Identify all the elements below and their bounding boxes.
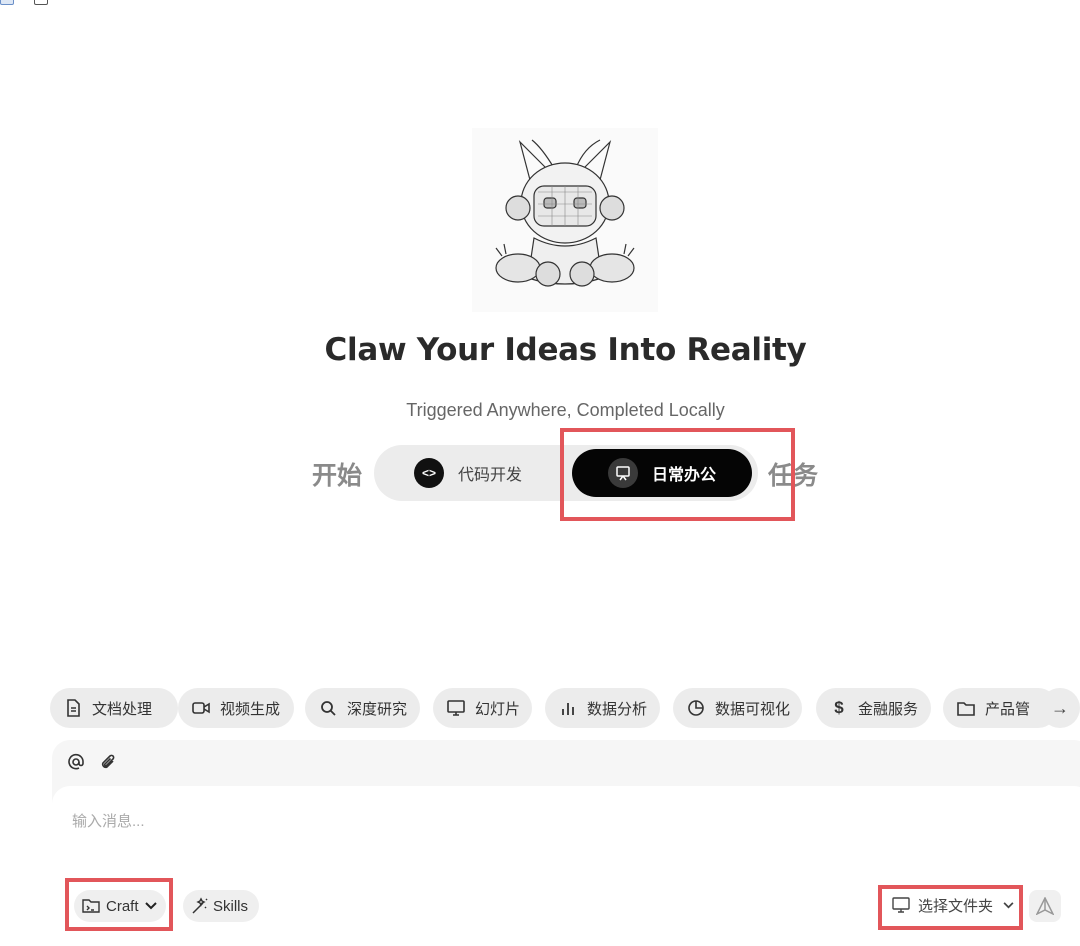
mode-switch: <> 代码开发 日常办公 bbox=[374, 445, 758, 501]
chip-data-analysis[interactable]: 数据分析 bbox=[545, 688, 660, 728]
start-label: 开始 bbox=[312, 461, 363, 490]
select-folder-label: 选择文件夹 bbox=[918, 897, 994, 915]
chip-research-label: 深度研究 bbox=[347, 700, 408, 718]
composer-input-area bbox=[52, 786, 1080, 946]
skills-label: Skills bbox=[213, 897, 249, 915]
craft-mode-dropdown[interactable]: Craft bbox=[74, 890, 166, 922]
chip-product-label: 产品管 bbox=[985, 700, 1031, 718]
skills-button[interactable]: Skills bbox=[183, 890, 259, 922]
quick-task-chips: 文档处理 视频生成 深度研究 幻灯片 数据分析 数据可视化 $ 金融服务 产品管… bbox=[50, 688, 1080, 730]
send-button[interactable] bbox=[1029, 890, 1061, 922]
search-icon bbox=[319, 699, 337, 717]
presentation-icon bbox=[607, 458, 638, 488]
chip-document[interactable]: 文档处理 bbox=[50, 688, 178, 728]
hero-title: Claw Your Ideas Into Reality bbox=[324, 332, 807, 368]
magic-wand-icon bbox=[191, 897, 209, 915]
chip-slides-label: 幻灯片 bbox=[475, 700, 521, 718]
arrow-right-icon: → bbox=[1051, 697, 1069, 718]
task-label: 任务 bbox=[768, 461, 819, 490]
mode-code-dev-button[interactable]: <> 代码开发 bbox=[410, 449, 580, 497]
window-toolbar bbox=[0, 0, 60, 6]
mention-icon[interactable] bbox=[66, 750, 86, 774]
dollar-icon: $ bbox=[834, 698, 844, 717]
craft-mode-label: Craft bbox=[106, 897, 139, 915]
document-icon bbox=[64, 699, 82, 717]
message-input[interactable] bbox=[70, 800, 974, 842]
chips-next-button[interactable]: → bbox=[1040, 688, 1080, 728]
composer-tools bbox=[66, 750, 118, 774]
folder-icon bbox=[957, 699, 975, 717]
bar-chart-icon bbox=[559, 699, 577, 717]
terminal-folder-icon bbox=[82, 898, 100, 914]
chip-document-label: 文档处理 bbox=[92, 700, 153, 718]
chip-video-label: 视频生成 bbox=[220, 700, 281, 718]
chip-data-viz-label: 数据可视化 bbox=[715, 700, 791, 718]
mode-daily-office-button[interactable]: 日常办公 bbox=[572, 449, 752, 497]
attachment-icon[interactable] bbox=[98, 750, 118, 774]
send-icon bbox=[1036, 897, 1054, 915]
select-folder-dropdown[interactable]: 选择文件夹 bbox=[886, 889, 1016, 921]
chevron-down-icon bbox=[1003, 901, 1014, 909]
chip-data-analysis-label: 数据分析 bbox=[587, 700, 648, 718]
monitor-icon bbox=[892, 897, 910, 913]
mode-code-dev-label: 代码开发 bbox=[458, 467, 523, 484]
video-icon bbox=[192, 699, 210, 717]
chevron-down-icon bbox=[144, 902, 157, 910]
monitor-icon bbox=[447, 699, 465, 717]
chip-slides[interactable]: 幻灯片 bbox=[433, 688, 532, 728]
chip-research[interactable]: 深度研究 bbox=[305, 688, 420, 728]
robot-cat-mascot-image bbox=[472, 128, 658, 312]
pie-chart-icon bbox=[687, 699, 705, 717]
chip-video[interactable]: 视频生成 bbox=[178, 688, 294, 728]
chip-finance[interactable]: $ 金融服务 bbox=[816, 688, 931, 728]
hero-subtitle: Triggered Anywhere, Completed Locally bbox=[406, 400, 725, 420]
sidebar-toggle-icon[interactable] bbox=[0, 0, 14, 5]
mode-daily-office-label: 日常办公 bbox=[651, 467, 716, 484]
chip-data-viz[interactable]: 数据可视化 bbox=[673, 688, 802, 728]
code-icon: <> bbox=[414, 458, 444, 488]
chip-finance-label: 金融服务 bbox=[858, 700, 919, 718]
new-window-icon[interactable] bbox=[34, 0, 48, 5]
